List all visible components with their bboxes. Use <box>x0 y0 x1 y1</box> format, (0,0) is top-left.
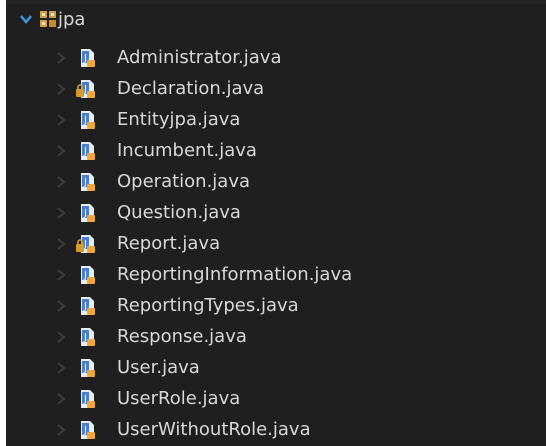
java-file-icon: J <box>76 47 98 69</box>
chevron-down-icon[interactable] <box>19 12 33 26</box>
chevron-right-icon[interactable] <box>54 175 68 189</box>
file-name: UserRole.java <box>117 388 241 409</box>
file-name: ReportingTypes.java <box>117 295 299 316</box>
file-name: ReportingInformation.java <box>117 264 353 285</box>
tree-row-file[interactable]: J Response.java <box>6 321 546 352</box>
java-file-locked-icon: J <box>76 78 98 100</box>
chevron-right-icon[interactable] <box>54 113 68 127</box>
file-name: UserWithoutRole.java <box>117 419 311 440</box>
svg-text:J: J <box>83 270 87 281</box>
tree-row-file[interactable]: J ReportingTypes.java <box>6 290 546 321</box>
package-name: jpa <box>58 8 86 30</box>
java-file-icon: J <box>76 202 98 224</box>
tree-row-file[interactable]: J Entityjpa.java <box>6 104 546 135</box>
tree-row-file[interactable]: J Administrator.java <box>6 42 546 73</box>
svg-text:J: J <box>83 363 87 374</box>
tree-row-file[interactable]: J Declaration.java <box>6 73 546 104</box>
file-name: Operation.java <box>117 171 251 192</box>
file-name: Incumbent.java <box>117 140 257 161</box>
tree-row-file[interactable]: J Operation.java <box>6 166 546 197</box>
svg-text:J: J <box>83 208 87 219</box>
svg-text:J: J <box>83 146 87 157</box>
chevron-right-icon[interactable] <box>54 51 68 65</box>
chevron-right-icon[interactable] <box>54 423 68 437</box>
java-file-icon: J <box>76 171 98 193</box>
chevron-right-icon[interactable] <box>54 268 68 282</box>
package-explorer-tree: jpa J Administrator.java J Declaration.java… <box>6 0 546 446</box>
java-file-icon: J <box>76 357 98 379</box>
java-file-icon: J <box>76 388 98 410</box>
tree-row-file[interactable]: J UserRole.java <box>6 383 546 414</box>
chevron-right-icon[interactable] <box>54 392 68 406</box>
svg-text:J: J <box>83 115 87 126</box>
chevron-right-icon[interactable] <box>54 237 68 251</box>
java-file-icon: J <box>76 140 98 162</box>
tree-row-file[interactable]: J Question.java <box>6 197 546 228</box>
chevron-right-icon[interactable] <box>54 82 68 96</box>
svg-text:J: J <box>83 301 87 312</box>
file-name: User.java <box>117 357 200 378</box>
chevron-right-icon[interactable] <box>54 361 68 375</box>
file-name: Declaration.java <box>117 78 265 99</box>
tree-row-file[interactable]: J Report.java <box>6 228 546 259</box>
tree-row-file[interactable]: J UserWithoutRole.java <box>6 414 546 445</box>
java-file-icon: J <box>76 109 98 131</box>
file-name: Administrator.java <box>117 47 282 68</box>
tree-row-package[interactable]: jpa <box>6 4 546 34</box>
svg-text:J: J <box>83 332 87 343</box>
java-file-icon: J <box>76 264 98 286</box>
chevron-right-icon[interactable] <box>54 299 68 313</box>
svg-text:J: J <box>83 53 87 64</box>
tree-row-file[interactable]: J ReportingInformation.java <box>6 259 546 290</box>
svg-text:J: J <box>83 177 87 188</box>
chevron-right-icon[interactable] <box>54 206 68 220</box>
file-name: Question.java <box>117 202 241 223</box>
tree-row-file[interactable]: J Incumbent.java <box>6 135 546 166</box>
file-name: Entityjpa.java <box>117 109 241 130</box>
java-file-locked-icon: J <box>76 233 98 255</box>
tree-row-file[interactable]: J User.java <box>6 352 546 383</box>
chevron-right-icon[interactable] <box>54 330 68 344</box>
file-name: Report.java <box>117 233 221 254</box>
svg-text:J: J <box>83 425 87 436</box>
java-file-icon: J <box>76 295 98 317</box>
java-package-icon <box>38 8 60 30</box>
java-file-icon: J <box>76 326 98 348</box>
chevron-right-icon[interactable] <box>54 144 68 158</box>
file-name: Response.java <box>117 326 247 347</box>
java-file-icon: J <box>76 419 98 441</box>
svg-text:J: J <box>83 394 87 405</box>
